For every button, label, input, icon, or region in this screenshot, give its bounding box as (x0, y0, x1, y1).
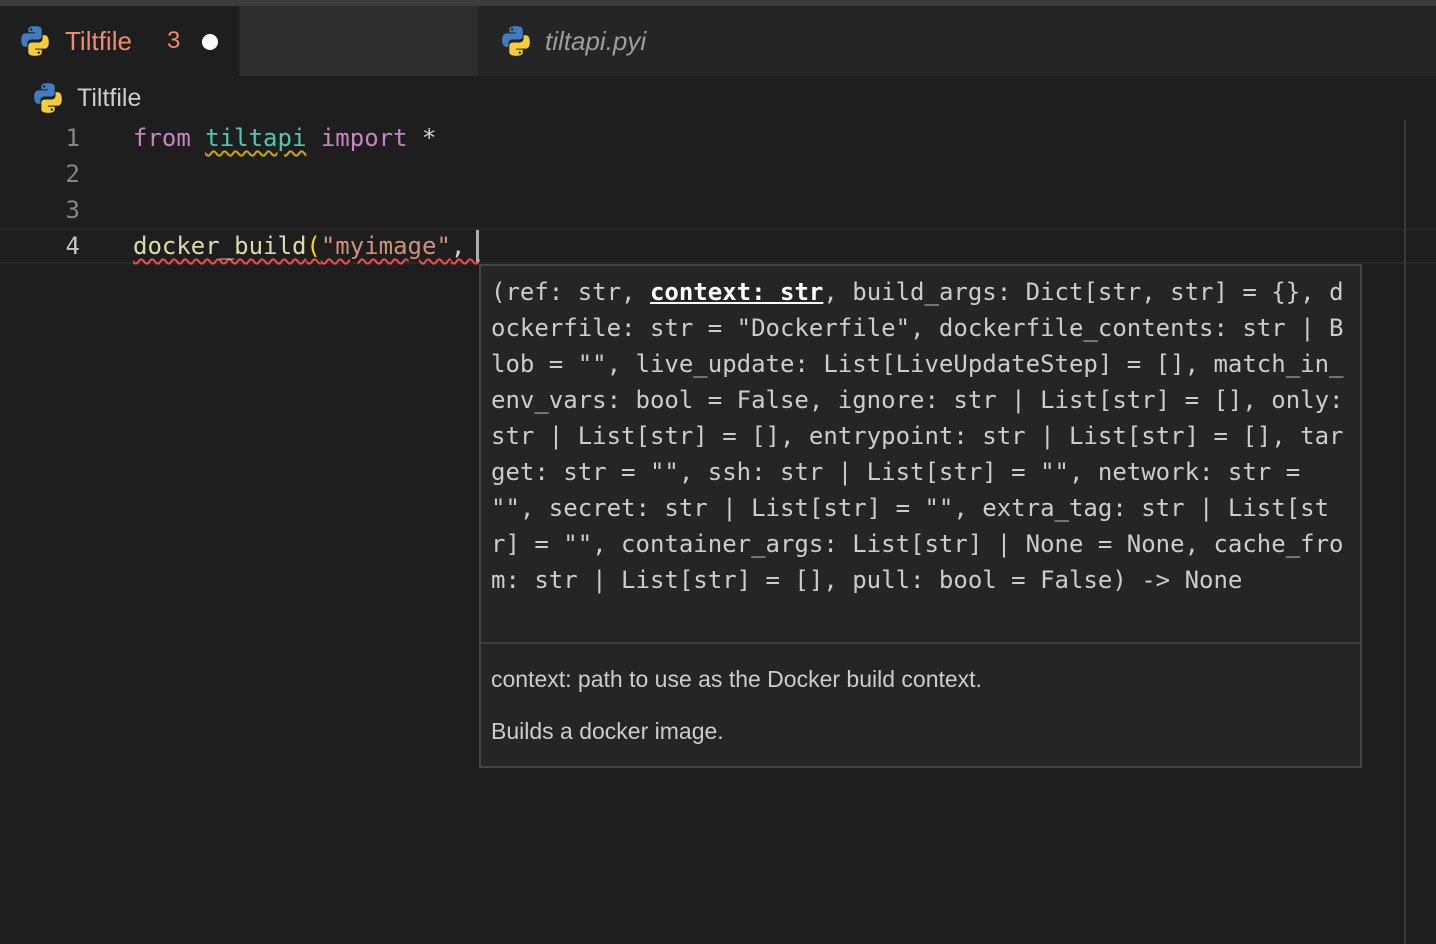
editor-ruler (1404, 120, 1406, 944)
function-token: docker_build (133, 232, 307, 260)
python-icon (34, 83, 62, 113)
line-number: 4 (65, 232, 80, 260)
code-line[interactable]: 3 (0, 192, 1436, 228)
line-number: 2 (65, 160, 80, 188)
string-token: "myimage" (320, 232, 451, 260)
tab-label: tiltapi.pyi (545, 26, 647, 56)
breadcrumb-file-label[interactable]: Tiltfile (77, 81, 141, 115)
tab-tiltfile[interactable]: Tiltfile 3 (0, 6, 238, 76)
function-description: Builds a docker image. (491, 718, 724, 744)
line-number: 1 (65, 124, 80, 152)
code-line[interactable]: 1 from tiltapi import * (0, 120, 1436, 156)
divider (481, 642, 1360, 644)
keyword-token: from (133, 124, 191, 152)
signature-prefix: (ref: str, (491, 278, 650, 306)
paren-token: ( (306, 232, 321, 260)
active-parameter: context: str (649, 278, 824, 306)
tab-label: Tiltfile (65, 26, 132, 56)
signature-rest: , build_args: Dict[str, str] = {}, docke… (491, 278, 1358, 594)
keyword-token: import (320, 124, 408, 152)
module-token: tiltapi (205, 124, 307, 152)
function-signature: (ref: str, context: str, build_args: Dic… (491, 274, 1353, 598)
problem-count-badge: 3 (167, 27, 181, 54)
signature-help-popup: (ref: str, context: str, build_args: Dic… (479, 264, 1362, 768)
code-line-current[interactable]: 4 docker_build("myimage", (0, 228, 1436, 264)
breadcrumb[interactable]: Tiltfile (0, 76, 1436, 120)
tab-tiltapi-pyi[interactable]: tiltapi.pyi (240, 6, 646, 76)
python-icon (502, 26, 530, 56)
python-icon (21, 26, 49, 56)
parameter-doc: context: path to use as the Docker build… (491, 666, 982, 692)
text-cursor (476, 230, 479, 262)
line-number: 3 (65, 196, 80, 224)
operator-token: * (407, 124, 437, 152)
tab-bar: Tiltfile 3 tiltapi.pyi (0, 6, 1436, 76)
code-text[interactable]: docker_build("myimage", (133, 228, 480, 264)
code-text[interactable]: from tiltapi import * (133, 120, 436, 156)
code-line[interactable]: 2 (0, 156, 1436, 192)
unsaved-dot-icon[interactable] (202, 34, 218, 50)
